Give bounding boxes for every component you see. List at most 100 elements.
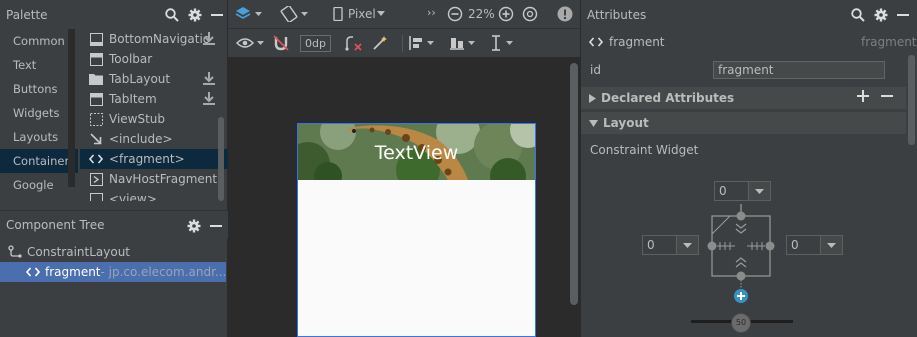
palette-item-list: BottomNavigatio Toolbar TabLayout TabIte… <box>80 29 228 201</box>
palette-header-actions <box>165 0 223 29</box>
constraint-layout-icon <box>8 245 22 259</box>
layers-icon[interactable] <box>235 6 263 22</box>
phone-icon[interactable] <box>333 7 343 21</box>
nav-host-icon <box>89 172 103 186</box>
minimize-icon[interactable] <box>210 219 222 233</box>
margin-top-dropdown[interactable]: 0 <box>714 181 771 201</box>
code-brackets-icon <box>89 152 103 166</box>
category-google[interactable]: Google <box>0 173 78 197</box>
margin-left-dropdown[interactable]: 0 <box>642 235 699 255</box>
component-header-row: fragment <box>581 33 906 51</box>
palette-item-fragment[interactable]: <fragment> <box>80 149 228 169</box>
viewstub-icon <box>89 112 103 126</box>
palette-items-scrollbar[interactable] <box>218 117 224 201</box>
tree-item-label: ConstraintLayout <box>27 245 131 259</box>
gear-icon[interactable] <box>188 8 202 22</box>
view-icon <box>89 192 103 201</box>
component-tree-actions <box>187 211 222 240</box>
layout-section[interactable]: Layout <box>581 112 906 134</box>
tree-item-constraintlayout[interactable]: ConstraintLayout <box>0 242 226 262</box>
pack-icon[interactable] <box>409 35 435 51</box>
palette-item-toolbar[interactable]: Toolbar <box>80 49 228 69</box>
palette-panel: Palette Common Text Buttons Widgets Layo… <box>0 0 228 337</box>
attributes-panel: Attributes fragment fragment id fragment… <box>580 0 917 337</box>
palette-item-label: TabItem <box>109 92 157 106</box>
palette-item-tabitem[interactable]: TabItem <box>80 89 228 109</box>
canvas-scrollbar[interactable] <box>570 63 578 305</box>
margin-right-value: 0 <box>787 236 821 254</box>
palette-item-label: <include> <box>109 132 173 146</box>
gear-icon[interactable] <box>874 8 888 22</box>
chevron-down-icon <box>821 242 842 248</box>
category-widgets[interactable]: Widgets <box>0 101 78 125</box>
palette-item-viewstub[interactable]: ViewStub <box>80 109 228 129</box>
device-selector[interactable]: Pixel <box>348 7 376 21</box>
palette-item-label: BottomNavigatio <box>109 32 211 46</box>
attributes-header-actions <box>851 0 909 29</box>
default-margin-field[interactable]: 0dp <box>300 35 331 52</box>
folder-icon <box>89 72 103 86</box>
palette-item-view[interactable]: <view> <box>80 189 228 201</box>
component-name: fragment <box>609 35 665 49</box>
id-label: id <box>590 63 601 77</box>
attributes-scrollbar[interactable] <box>908 55 915 145</box>
eye-icon[interactable] <box>236 37 264 49</box>
zoom-out-icon[interactable] <box>447 6 463 22</box>
add-constraint-icon[interactable] <box>734 289 748 303</box>
component-tree-title: Component Tree <box>6 218 105 232</box>
toolbar-divider <box>402 35 403 52</box>
align-icon[interactable] <box>450 35 476 51</box>
constraint-widget-label: Constraint Widget <box>590 143 699 157</box>
overflow-chevrons-icon[interactable]: ›› <box>427 6 436 19</box>
download-icon[interactable] <box>203 72 215 85</box>
clear-constraints-icon[interactable] <box>345 35 363 51</box>
magnet-off-icon[interactable] <box>273 35 289 51</box>
component-tree-header: Component Tree <box>0 210 228 239</box>
category-layouts[interactable]: Layouts <box>0 125 78 149</box>
palette-item-navhostfragment[interactable]: NavHostFragment <box>80 169 228 189</box>
palette-item-label: <view> <box>109 192 157 201</box>
zoom-in-icon[interactable] <box>498 6 514 22</box>
gear-icon[interactable] <box>187 219 201 233</box>
add-icon[interactable] <box>857 90 869 102</box>
remove-icon[interactable] <box>881 90 893 102</box>
chevron-down-icon <box>677 242 698 248</box>
warning-icon[interactable] <box>557 6 573 22</box>
section-label: Declared Attributes <box>601 91 735 105</box>
triangle-right-icon <box>589 93 596 103</box>
tree-item-label: fragment <box>45 265 101 279</box>
category-container[interactable]: Container <box>0 149 78 173</box>
component-type: fragment <box>861 35 917 49</box>
id-input[interactable]: fragment <box>713 61 885 79</box>
category-scrollbar[interactable] <box>68 29 75 187</box>
textview-preview[interactable]: TextView <box>298 142 535 164</box>
download-icon[interactable] <box>203 92 215 105</box>
palette-category-list: Common Text Buttons Widgets Layouts Cont… <box>0 29 78 201</box>
zoom-fit-icon[interactable] <box>522 6 538 22</box>
palette-item-tablayout[interactable]: TabLayout <box>80 69 228 89</box>
category-common[interactable]: Common <box>0 29 78 53</box>
palette-item-label: NavHostFragment <box>109 172 218 186</box>
tree-item-fragment[interactable]: fragment - jp.co.elecom.andr... <box>0 262 226 282</box>
orientation-icon[interactable] <box>280 6 310 22</box>
magic-wand-icon[interactable] <box>372 35 388 51</box>
chevron-down-icon[interactable] <box>377 11 385 16</box>
minimize-icon[interactable] <box>897 8 909 22</box>
category-text[interactable]: Text <box>0 53 78 77</box>
margin-right-dropdown[interactable]: 0 <box>786 235 843 255</box>
palette-item-bottom-navigation[interactable]: BottomNavigatio <box>80 29 228 49</box>
palette-item-label: TabLayout <box>109 72 171 86</box>
category-buttons[interactable]: Buttons <box>0 77 78 101</box>
palette-item-include[interactable]: <include> <box>80 129 228 149</box>
design-toolbar: Pixel ›› 22% <box>228 0 580 29</box>
palette-item-label: Toolbar <box>109 52 153 66</box>
attributes-title: Attributes <box>587 7 647 22</box>
zoom-level: 22% <box>468 7 495 21</box>
tab-item-icon <box>89 92 103 106</box>
search-icon[interactable] <box>165 7 179 22</box>
search-icon[interactable] <box>851 7 865 22</box>
bias-slider-thumb[interactable]: 50 <box>731 313 751 333</box>
minimize-icon[interactable] <box>211 8 223 22</box>
download-icon[interactable] <box>203 32 215 45</box>
guidelines-icon[interactable] <box>490 35 514 51</box>
